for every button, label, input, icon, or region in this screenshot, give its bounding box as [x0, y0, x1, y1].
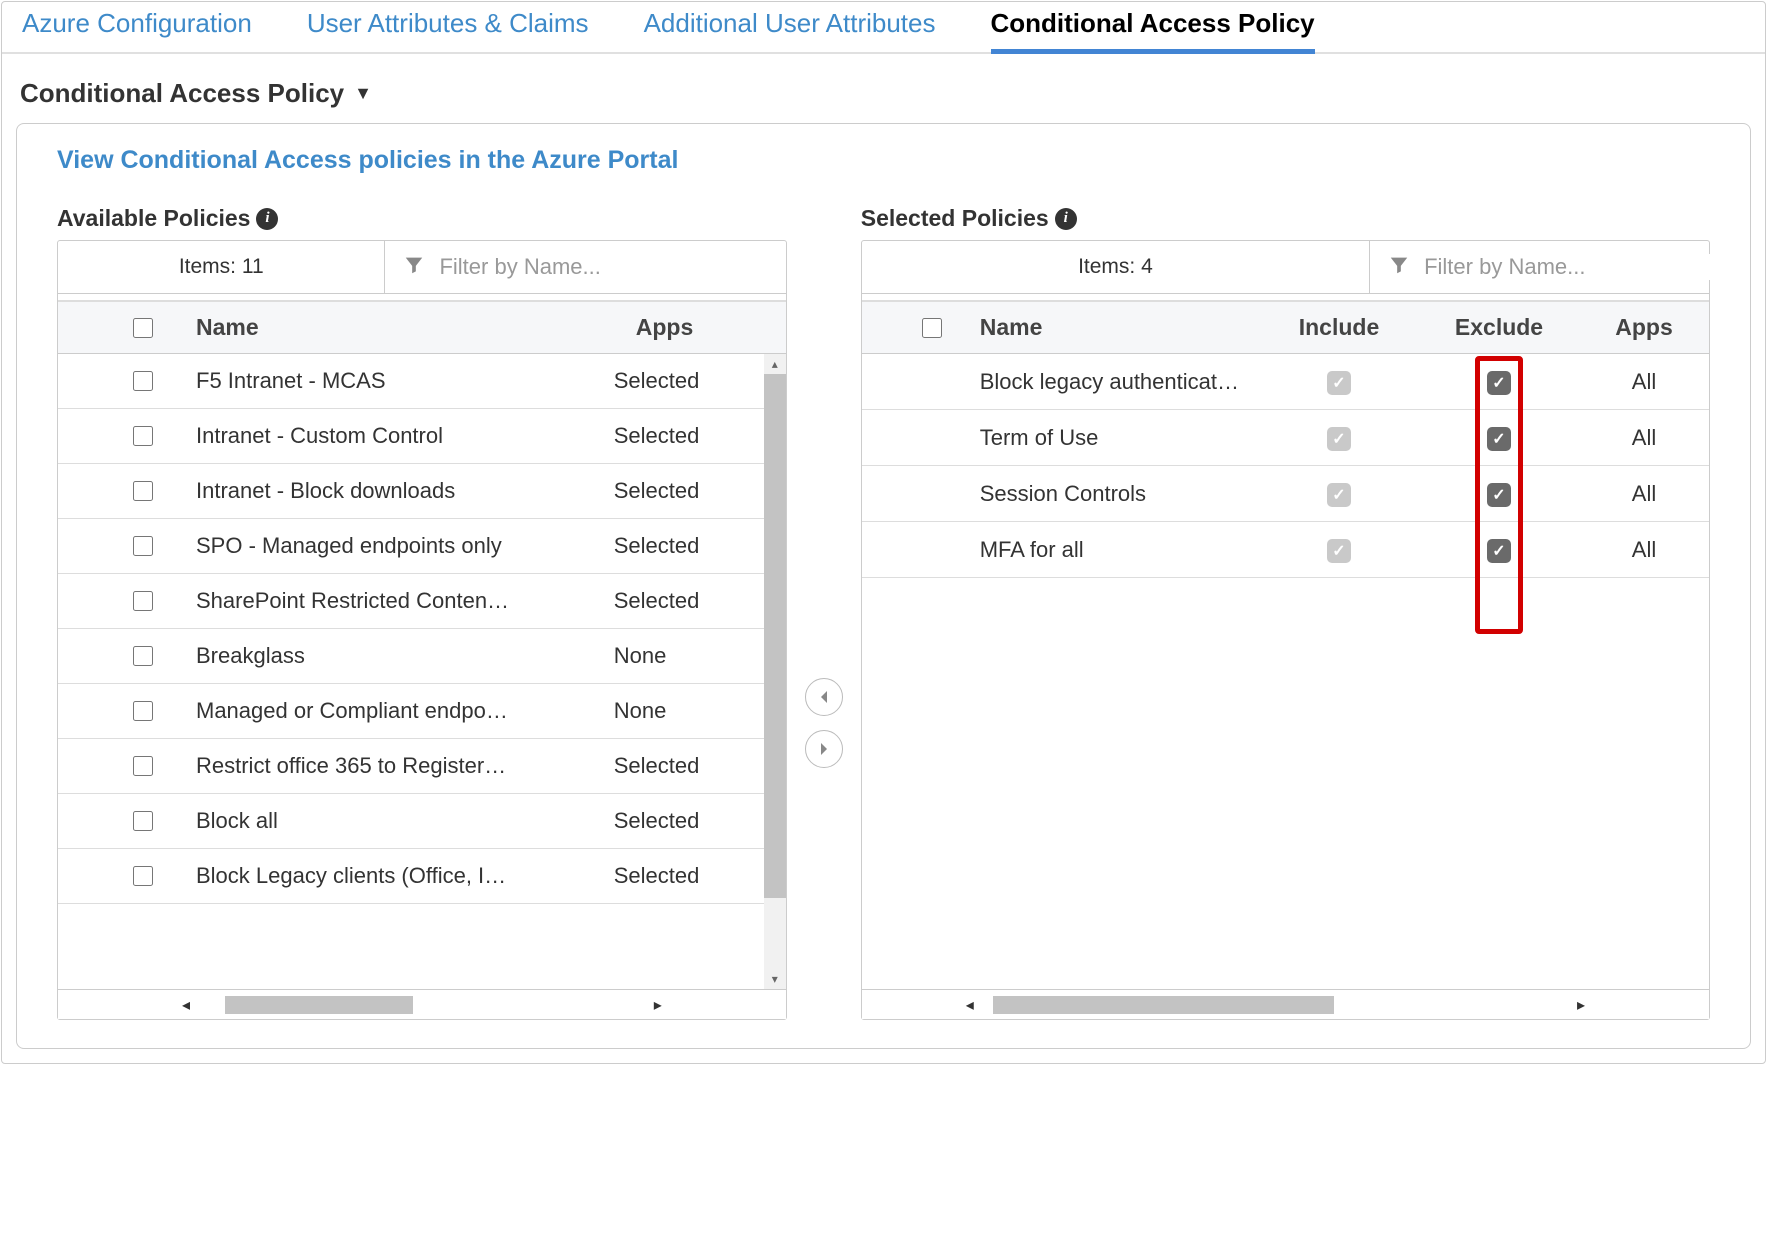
exclude-checkbox[interactable]: ✓ [1487, 539, 1511, 563]
table-row[interactable]: Session Controls ✓ ✓ All [862, 466, 1709, 522]
move-left-button[interactable] [805, 678, 843, 716]
table-row[interactable]: SPO - Managed endpoints only Selected [58, 519, 764, 574]
policy-name: Block all [188, 808, 614, 834]
policy-name: Term of Use [972, 425, 1259, 451]
policy-apps: Selected [614, 478, 764, 504]
policy-apps: Selected [614, 863, 764, 889]
table-row[interactable]: MFA for all ✓ ✓ All [862, 522, 1709, 578]
tab-additional-user-attributes[interactable]: Additional User Attributes [644, 2, 936, 52]
table-row[interactable]: Restrict office 365 to Register… Selecte… [58, 739, 764, 794]
policy-panel: View Conditional Access policies in the … [16, 123, 1751, 1049]
row-checkbox[interactable] [133, 866, 153, 886]
table-row[interactable]: Intranet - Block downloads Selected [58, 464, 764, 519]
policy-apps: All [1579, 369, 1709, 395]
policy-name: Restrict office 365 to Register… [188, 753, 614, 779]
row-checkbox[interactable] [133, 481, 153, 501]
row-checkbox[interactable] [133, 756, 153, 776]
row-checkbox[interactable] [133, 426, 153, 446]
include-checkbox: ✓ [1327, 539, 1351, 563]
policy-apps: None [614, 698, 764, 724]
available-items-count: Items: 11 [58, 241, 385, 293]
row-checkbox[interactable] [133, 811, 153, 831]
policy-apps: All [1579, 425, 1709, 451]
policy-apps: Selected [614, 808, 764, 834]
row-checkbox[interactable] [133, 646, 153, 666]
row-checkbox[interactable] [133, 591, 153, 611]
available-select-all-checkbox[interactable] [133, 318, 153, 338]
col-header-include[interactable]: Include [1259, 314, 1419, 341]
view-policies-link[interactable]: View Conditional Access policies in the … [57, 146, 678, 175]
available-filter-input[interactable] [439, 254, 767, 280]
policy-name: SPO - Managed endpoints only [188, 533, 614, 559]
policy-name: F5 Intranet - MCAS [188, 368, 614, 394]
section-title: Conditional Access Policy [20, 78, 344, 109]
table-row[interactable]: F5 Intranet - MCAS Selected [58, 354, 764, 409]
table-row[interactable]: Block all Selected [58, 794, 764, 849]
include-checkbox: ✓ [1327, 483, 1351, 507]
available-title: Available Policies [57, 205, 250, 232]
vertical-scrollbar[interactable]: ▴ ▾ [764, 354, 786, 989]
row-checkbox[interactable] [133, 536, 153, 556]
col-header-apps[interactable]: Apps [1579, 314, 1709, 341]
info-icon[interactable]: i [256, 208, 278, 230]
policy-apps: Selected [614, 753, 764, 779]
exclude-checkbox[interactable]: ✓ [1487, 483, 1511, 507]
exclude-checkbox[interactable]: ✓ [1487, 371, 1511, 395]
info-icon[interactable]: i [1055, 208, 1077, 230]
policy-apps: Selected [614, 423, 764, 449]
table-row[interactable]: Breakglass None [58, 629, 764, 684]
row-checkbox[interactable] [133, 371, 153, 391]
move-right-button[interactable] [805, 730, 843, 768]
col-header-name[interactable]: Name [972, 314, 1259, 341]
table-row[interactable]: Block Legacy clients (Office, I… Selecte… [58, 849, 764, 904]
policy-name: Breakglass [188, 643, 614, 669]
policy-name: Intranet - Block downloads [188, 478, 614, 504]
row-checkbox[interactable] [133, 701, 153, 721]
include-checkbox: ✓ [1327, 427, 1351, 451]
caret-down-icon: ▼ [354, 83, 372, 104]
policy-name: Intranet - Custom Control [188, 423, 614, 449]
section-header[interactable]: Conditional Access Policy ▼ [2, 54, 1765, 123]
tab-azure-configuration[interactable]: Azure Configuration [22, 2, 252, 52]
selected-filter-input[interactable] [1424, 254, 1712, 280]
table-row[interactable]: SharePoint Restricted Conten… Selected [58, 574, 764, 629]
filter-icon [403, 254, 425, 281]
selected-title: Selected Policies [861, 205, 1049, 232]
policy-apps: Selected [614, 533, 764, 559]
available-policies: Available Policies i Items: 11 [57, 205, 787, 1020]
include-checkbox: ✓ [1327, 371, 1351, 395]
selected-items-count: Items: 4 [862, 241, 1370, 293]
policy-apps: Selected [614, 368, 764, 394]
table-row[interactable]: Managed or Compliant endpo… None [58, 684, 764, 739]
col-header-exclude[interactable]: Exclude [1419, 314, 1579, 341]
policy-apps: All [1579, 537, 1709, 563]
col-header-apps[interactable]: Apps [636, 314, 786, 341]
exclude-checkbox[interactable]: ✓ [1487, 427, 1511, 451]
selected-policies: Selected Policies i Items: 4 [861, 205, 1710, 1020]
horizontal-scrollbar[interactable]: ◂ ▸ [862, 989, 1709, 1019]
policy-name: Block Legacy clients (Office, I… [188, 863, 614, 889]
filter-icon [1388, 254, 1410, 281]
table-row[interactable]: Term of Use ✓ ✓ All [862, 410, 1709, 466]
policy-name: Session Controls [972, 481, 1259, 507]
transfer-buttons [805, 205, 843, 1020]
col-header-name[interactable]: Name [188, 314, 636, 341]
tab-conditional-access-policy[interactable]: Conditional Access Policy [991, 2, 1315, 54]
policy-apps: All [1579, 481, 1709, 507]
policy-name: Block legacy authenticat… [972, 369, 1259, 395]
policy-name: MFA for all [972, 537, 1259, 563]
tabs: Azure Configuration User Attributes & Cl… [2, 2, 1765, 54]
policy-apps: None [614, 643, 764, 669]
selected-select-all-checkbox[interactable] [922, 318, 942, 338]
table-row[interactable]: Block legacy authenticat… ✓ ✓ All [862, 354, 1709, 410]
policy-apps: Selected [614, 588, 764, 614]
policy-name: Managed or Compliant endpo… [188, 698, 614, 724]
horizontal-scrollbar[interactable]: ◂ ▸ [58, 989, 786, 1019]
policy-name: SharePoint Restricted Conten… [188, 588, 614, 614]
table-row[interactable]: Intranet - Custom Control Selected [58, 409, 764, 464]
tab-user-attributes-claims[interactable]: User Attributes & Claims [307, 2, 589, 52]
